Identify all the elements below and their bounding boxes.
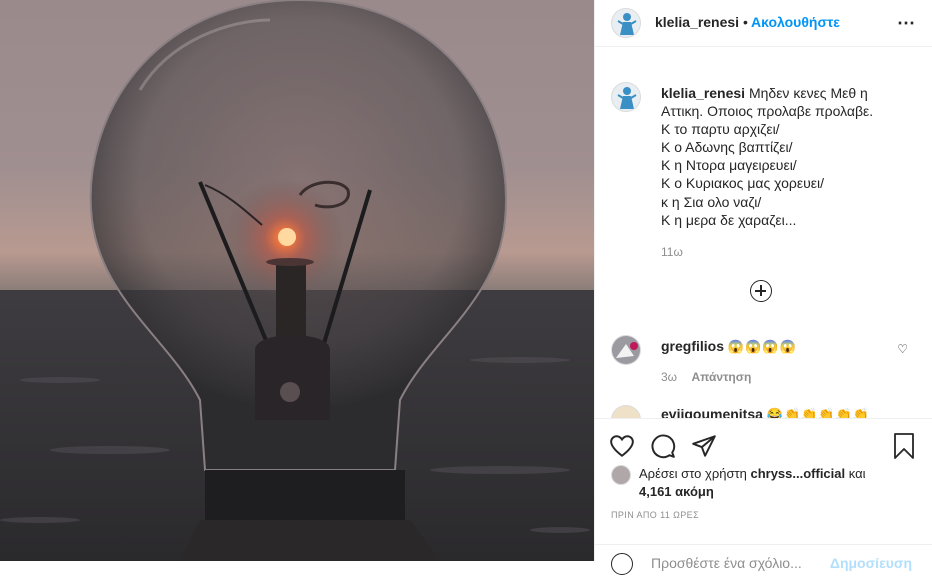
comment-avatar[interactable] [611,405,641,418]
avatar-figure-icon [617,87,637,109]
add-comment-bar: Προσθέστε ένα σχόλιο... Δημοσίευση [595,544,932,585]
avatar-figure-icon [617,13,637,35]
save-bookmark-icon[interactable] [892,432,916,460]
lightbulb-sunset-image [0,0,594,561]
share-paper-plane-icon[interactable] [691,433,717,459]
emoji-smiley-icon[interactable] [611,553,633,575]
comment-bubble-icon[interactable] [650,433,676,459]
comment-text: 😂👏👏👏👏👏 [766,407,870,418]
likes-summary: Αρέσει στο χρήστη chryss...official και … [639,465,909,501]
caption-line: Κ η Ντορα μαγειρευει/ [661,157,797,174]
caption: klelia_renesi Μηδεν κενες Μεθ η Αττικη. … [661,84,911,261]
post-comment-button[interactable]: Δημοσίευση [830,555,912,571]
comment-username[interactable]: gregfilios [661,338,724,354]
like-comment-heart-icon[interactable]: ♡ [897,342,908,356]
avatar-image-icon [612,336,640,364]
liker-username[interactable]: chryss...official [750,466,845,481]
caption-line: κ η Σια ολο ναζι/ [661,193,762,210]
more-options-icon[interactable]: ⋯ [897,13,916,34]
separator-dot: • [743,14,748,30]
comment-meta: 3ω Απάντηση [661,368,751,386]
sun-glow-dot [278,228,296,246]
comment: eviigoumenitsa 😂👏👏👏👏👏 [661,406,911,418]
comments-list[interactable]: klelia_renesi Μηδεν κενες Μεθ η Αττικη. … [595,62,932,418]
post-header: klelia_renesi • Ακολουθήστε ⋯ [595,0,932,47]
likes-prefix: Αρέσει στο χρήστη [639,466,747,481]
caption-line: Μηδεν κενες Μεθ η [748,85,868,101]
like-heart-icon[interactable] [609,433,635,459]
post-side-panel: klelia_renesi • Ακολουθήστε ⋯ klelia_ren… [594,0,932,575]
caption-username[interactable]: klelia_renesi [661,85,745,101]
comment: gregfilios 😱😱😱😱 [661,338,891,355]
comment-time[interactable]: 3ω [661,370,677,384]
follow-button[interactable]: Ακολουθήστε [751,14,840,30]
caption-avatar[interactable] [611,82,641,112]
post-actions: Αρέσει στο χρήστη chryss...official και … [595,418,932,575]
comment-avatar[interactable] [611,335,641,365]
avatar[interactable] [611,8,641,38]
header-username[interactable]: klelia_renesi [655,14,739,30]
caption-time[interactable]: 11ω [661,243,911,261]
load-more-comments-button[interactable] [750,280,772,302]
liker-avatar[interactable] [611,465,631,485]
caption-line: Κ το παρτυ αρχιζει/ [661,121,780,138]
post-photo[interactable] [0,0,594,561]
comment-text: 😱😱😱😱 [727,339,797,354]
caption-line: Αττικη. Οποιος προλαβε προλαβε. [661,103,874,120]
caption-line: Κ η μερα δε χαραζει... [661,211,797,228]
likes-conj: και [848,466,866,481]
add-comment-input[interactable]: Προσθέστε ένα σχόλιο... [651,555,802,571]
reply-button[interactable]: Απάντηση [692,370,752,384]
caption-line: Κ ο Αδωνης βαπτίζει/ [661,139,793,156]
likes-count[interactable]: 4,161 ακόμη [639,483,909,501]
posted-time[interactable]: ΠΡΙΝ ΑΠΟ 11 ΩΡΕΣ [611,510,699,520]
caption-line: Κ ο Κυριακος μας χορευει/ [661,175,824,192]
comment-username[interactable]: eviigoumenitsa [661,406,763,418]
